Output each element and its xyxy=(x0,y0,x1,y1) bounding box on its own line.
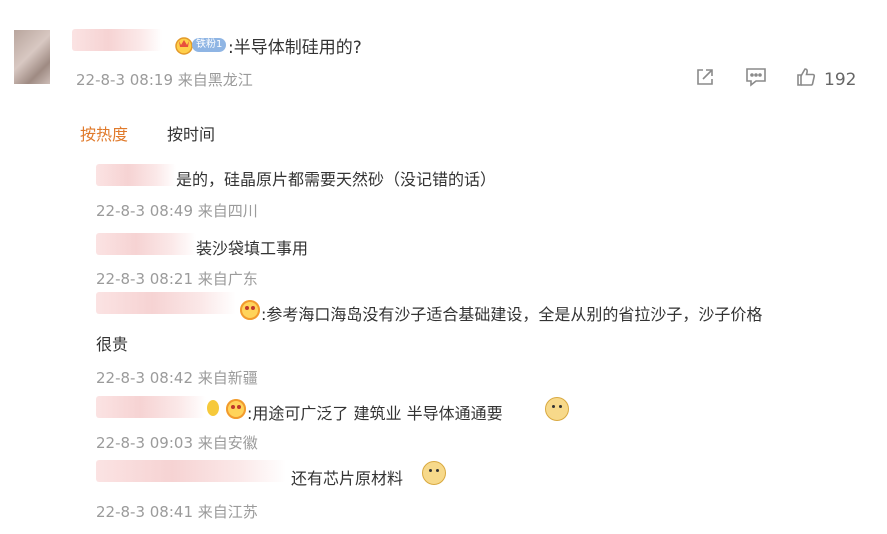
comment-time: 22-8-3 08:41 来自江苏 xyxy=(96,503,258,521)
heart-eyes-icon xyxy=(226,399,246,419)
comment-text: :参考海口海岛没有沙子适合基础建设，全是从别的省拉沙子，沙子价格 xyxy=(261,305,763,324)
comment-text: 装沙袋填工事用 xyxy=(196,239,309,258)
commenter-name[interactable] xyxy=(96,396,206,418)
comment-icon[interactable] xyxy=(744,66,768,92)
comment-text: :用途可广泛了 建筑业 半导体通通要 xyxy=(247,404,503,423)
like-icon[interactable] xyxy=(795,66,817,92)
commenter-name[interactable] xyxy=(96,164,176,186)
heart-eyes-icon xyxy=(240,300,260,320)
doge-icon xyxy=(545,397,569,421)
commenter-name[interactable] xyxy=(96,460,286,482)
comment-text: 还有芯片原材料 xyxy=(291,469,404,488)
share-icon[interactable] xyxy=(694,66,716,92)
comment-text: 是的，硅晶原片都需要天然砂（没记错的话） xyxy=(176,170,497,189)
post-text: :半导体制硅用的? xyxy=(228,38,362,58)
tab-time[interactable]: 按时间 xyxy=(167,121,215,145)
commenter-name[interactable] xyxy=(96,292,236,314)
comment-text-continued: 很贵 xyxy=(96,335,129,354)
like-count: 192 xyxy=(824,70,857,90)
moon-icon xyxy=(207,400,219,416)
crown-icon xyxy=(174,35,194,55)
comment-time: 22-8-3 08:42 来自新疆 xyxy=(96,369,258,387)
commenter-name[interactable] xyxy=(96,233,196,255)
username[interactable] xyxy=(72,29,162,51)
post-time: 22-8-3 08:19 来自黑龙江 xyxy=(76,71,253,89)
avatar[interactable] xyxy=(14,30,50,84)
comment-time: 22-8-3 08:21 来自广东 xyxy=(96,270,258,288)
fan-badge: 铁粉1 xyxy=(192,38,227,52)
comment-time: 22-8-3 08:49 来自四川 xyxy=(96,202,258,220)
doge-icon xyxy=(422,461,446,485)
tab-hot[interactable]: 按热度 xyxy=(80,121,128,145)
comment-time: 22-8-3 09:03 来自安徽 xyxy=(96,434,258,452)
